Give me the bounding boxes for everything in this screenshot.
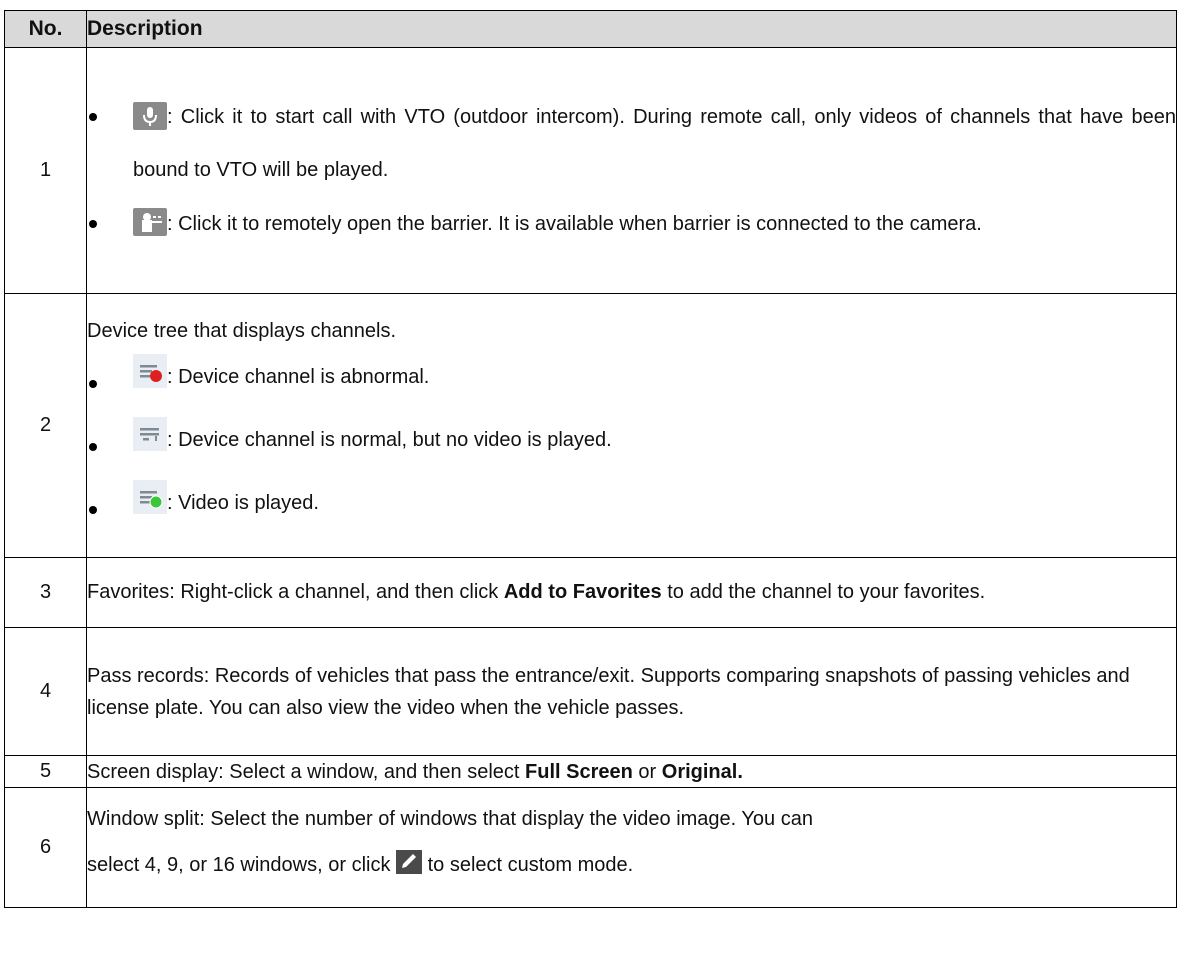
row-description: Window split: Select the number of windo… (86, 787, 1177, 908)
row-number: 4 (4, 627, 87, 756)
table-header-row: No. Description (4, 10, 1177, 48)
row-description: Screen display: Select a window, and the… (86, 755, 1177, 788)
row-number: 6 (4, 787, 87, 908)
table-row: 5 Screen display: Select a window, and t… (4, 755, 1177, 788)
channel-playing-icon (133, 473, 167, 535)
barrier-open-icon (133, 198, 167, 250)
header-description: Description (86, 10, 1177, 48)
list-item: : Click it to start call with VTO (outdo… (87, 91, 1176, 196)
bullet-dot (89, 505, 97, 514)
description-table: No. Description 1 : Click it to start ca… (4, 10, 1177, 908)
table-row: 6 Window split: Select the number of win… (4, 787, 1177, 908)
table-row: 3 Favorites: Right-click a channel, and … (4, 557, 1177, 628)
microphone-icon (133, 92, 167, 144)
row-number: 5 (4, 755, 87, 788)
list-item: : Device channel is abnormal. (87, 346, 1176, 409)
row-number: 1 (4, 47, 87, 294)
header-no: No. (4, 10, 87, 48)
row-number: 2 (4, 293, 87, 558)
list-item: : Video is played. (87, 472, 1176, 535)
add-to-favorites-term: Add to Favorites (503, 581, 662, 603)
list-item: : Device channel is normal, but no video… (87, 409, 1176, 472)
page-caption-fragment (0, 0, 1179, 10)
full-screen-term: Full Screen (525, 760, 633, 783)
row-description: : Click it to start call with VTO (outdo… (86, 47, 1177, 294)
channel-normal-icon (133, 410, 167, 472)
row-description: Device tree that displays channels. : De… (86, 293, 1177, 558)
table-row: 2 Device tree that displays channels. : … (4, 293, 1177, 558)
row-number: 3 (4, 557, 87, 628)
row-description: Pass records: Records of vehicles that p… (86, 627, 1177, 756)
bullet-dot (89, 443, 97, 452)
bullet-dot (89, 380, 97, 389)
table-row: 1 : Click it to start call with VTO (out… (4, 47, 1177, 294)
channel-abnormal-icon (133, 347, 167, 409)
row-intro: Device tree that displays channels. (87, 320, 397, 343)
bullet-dot (89, 219, 97, 228)
original-term: Original. (661, 760, 743, 783)
list-item: : Click it to remotely open the barrier.… (87, 198, 1176, 251)
row-description: Favorites: Right-click a channel, and th… (86, 557, 1177, 628)
table-row: 4 Pass records: Records of vehicles that… (4, 627, 1177, 756)
edit-icon (396, 849, 428, 876)
bullet-dot (89, 112, 97, 121)
